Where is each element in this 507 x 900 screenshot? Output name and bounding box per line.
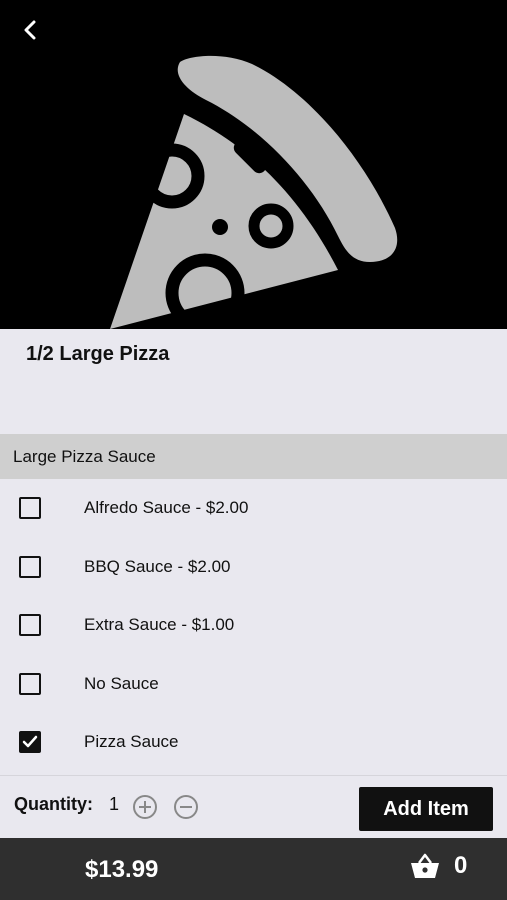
- basket-icon: [411, 853, 439, 878]
- pizza-slice-icon: [110, 55, 398, 329]
- chevron-left-icon: [24, 20, 36, 40]
- plus-circle-icon: [133, 795, 157, 819]
- checkmark-icon: [22, 736, 38, 748]
- quantity-label: Quantity:: [14, 794, 93, 814]
- decrease-quantity-button[interactable]: [173, 794, 199, 820]
- option-label: Alfredo Sauce - $2.00: [84, 498, 249, 518]
- option-label: Pizza Sauce: [84, 732, 179, 752]
- section-header: Large Pizza Sauce: [0, 434, 507, 479]
- checkbox[interactable]: [19, 672, 41, 695]
- option-label: No Sauce: [84, 673, 159, 693]
- item-image: [0, 0, 507, 329]
- option-extra-sauce[interactable]: Extra Sauce - $1.00: [0, 596, 507, 655]
- increase-quantity-button[interactable]: [132, 794, 158, 820]
- option-no-sauce[interactable]: No Sauce: [0, 655, 507, 714]
- cart-count: 0: [454, 852, 468, 879]
- checkbox[interactable]: [19, 497, 41, 520]
- back-button[interactable]: [14, 14, 46, 46]
- sauce-options-list: Alfredo Sauce - $2.00 BBQ Sauce - $2.00 …: [0, 479, 507, 772]
- option-pizza-sauce[interactable]: Pizza Sauce: [0, 713, 507, 772]
- checkbox[interactable]: [19, 555, 41, 578]
- quantity-value: 1: [109, 794, 120, 814]
- checkbox[interactable]: [19, 614, 41, 637]
- option-label: BBQ Sauce - $2.00: [84, 556, 231, 576]
- option-label: Extra Sauce - $1.00: [84, 615, 235, 635]
- option-alfredo-sauce[interactable]: Alfredo Sauce - $2.00: [0, 479, 507, 538]
- quantity-bar: Quantity: 1 Add Item: [0, 775, 507, 838]
- item-header: 1/2 Large Pizza: [0, 329, 507, 434]
- item-title: 1/2 Large Pizza: [26, 343, 170, 365]
- minus-circle-icon: [174, 795, 198, 819]
- footer-bar: $13.99 0: [0, 838, 507, 900]
- add-item-button[interactable]: Add Item: [359, 787, 493, 831]
- cart-button[interactable]: 0: [410, 852, 467, 880]
- order-total: $13.99: [85, 856, 159, 883]
- option-bbq-sauce[interactable]: BBQ Sauce - $2.00: [0, 538, 507, 597]
- checkbox-checked[interactable]: [19, 731, 41, 754]
